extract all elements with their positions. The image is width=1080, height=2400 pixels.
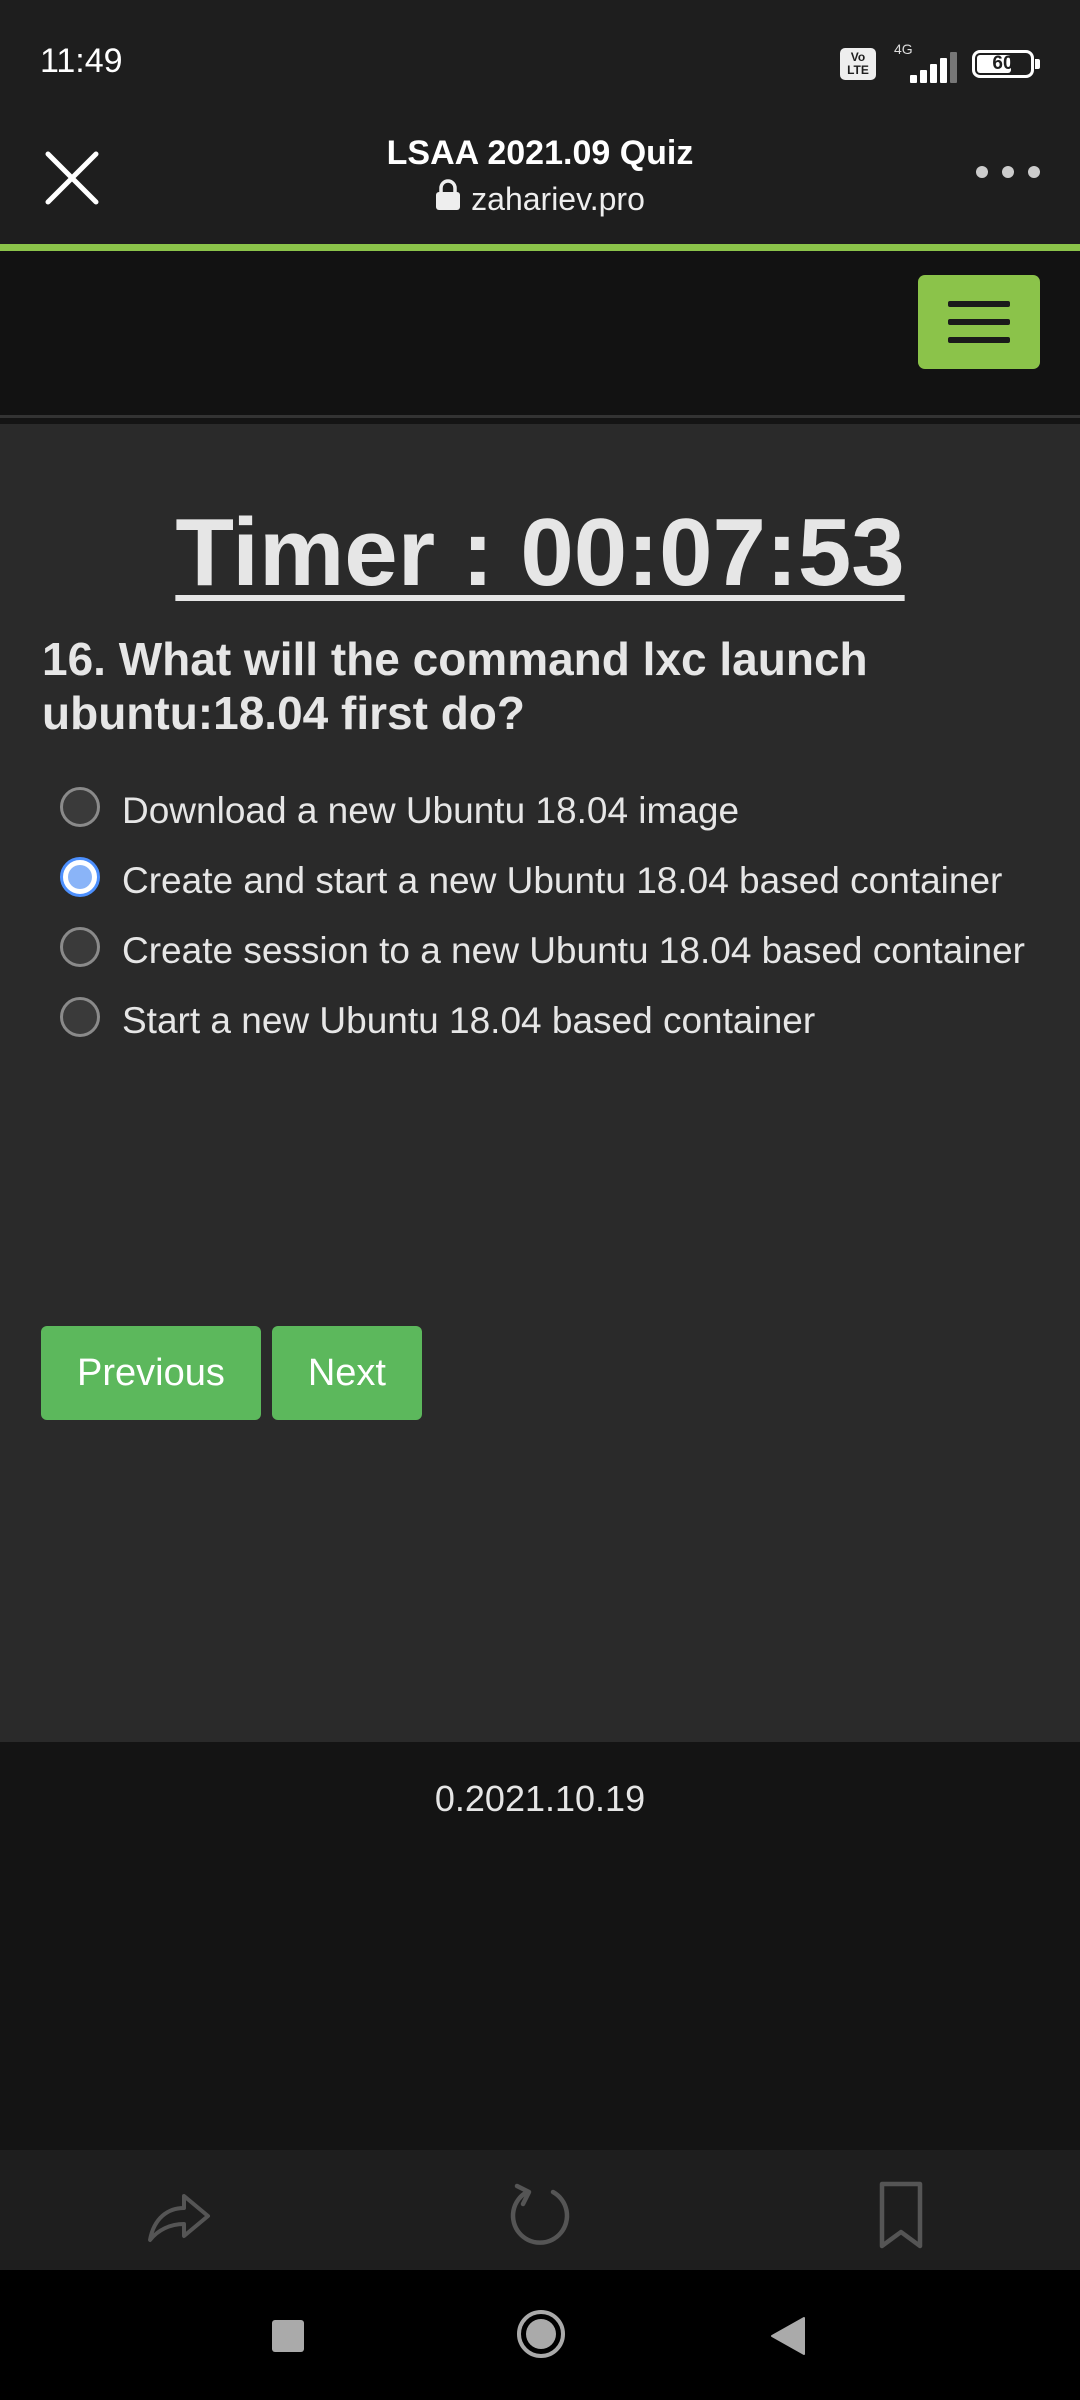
- volte-icon: Vo LTE: [840, 48, 876, 80]
- answer-option-label: Download a new Ubuntu 18.04 image: [122, 790, 740, 831]
- lock-icon: [435, 179, 461, 219]
- battery-icon: 60: [972, 50, 1040, 78]
- answer-option-label: Start a new Ubuntu 18.04 based container: [122, 1000, 816, 1041]
- url-row: zahariev.pro: [0, 179, 1080, 219]
- home-icon[interactable]: [515, 2308, 567, 2365]
- back-icon[interactable]: [766, 2314, 808, 2363]
- signal-icon: 4G: [888, 41, 960, 83]
- radio-button[interactable]: [60, 927, 100, 967]
- next-button[interactable]: Next: [271, 1326, 422, 1420]
- status-time: 11:49: [40, 42, 123, 80]
- network-type-label: 4G: [894, 41, 913, 57]
- quiz-navigation: Previous Next: [41, 1326, 422, 1420]
- question-text: 16. What will the command lxc launch ubu…: [42, 633, 868, 739]
- browser-toolbar: [0, 2150, 1080, 2270]
- more-options-icon[interactable]: [976, 160, 1040, 184]
- status-icons: Vo LTE 4G 60: [840, 41, 1040, 84]
- menu-toggle-button[interactable]: [918, 275, 1040, 369]
- answer-option[interactable]: Start a new Ubuntu 18.04 based container: [42, 994, 1042, 1048]
- radio-button[interactable]: [60, 997, 100, 1037]
- answer-option[interactable]: Create session to a new Ubuntu 18.04 bas…: [42, 924, 1042, 978]
- site-navbar: [0, 251, 1080, 418]
- answer-option-label: Create session to a new Ubuntu 18.04 bas…: [122, 930, 1025, 971]
- hamburger-icon: [948, 301, 1010, 307]
- answer-option-label: Create and start a new Ubuntu 18.04 base…: [122, 860, 1003, 901]
- quiz-timer: Timer : 00:07:53: [175, 499, 905, 606]
- radio-button-selected[interactable]: [60, 857, 100, 897]
- site-footer: 0.2021.10.19: [0, 1742, 1080, 2152]
- recents-icon[interactable]: [268, 2316, 308, 2361]
- system-navigation-bar: [0, 2270, 1080, 2400]
- page-url: zahariev.pro: [471, 180, 645, 217]
- bookmark-icon[interactable]: [866, 2180, 936, 2250]
- page-load-progress: [0, 244, 1080, 251]
- quiz-main: Timer : 00:07:53 16. What will the comma…: [0, 424, 1080, 1742]
- answer-option[interactable]: Create and start a new Ubuntu 18.04 base…: [42, 854, 1042, 908]
- previous-button[interactable]: Previous: [41, 1326, 261, 1420]
- radio-button[interactable]: [60, 787, 100, 827]
- status-bar: 11:49 Vo LTE 4G 60: [0, 0, 1080, 128]
- answer-options: Download a new Ubuntu 18.04 image Create…: [42, 784, 1042, 1064]
- battery-level: 60: [992, 53, 1014, 74]
- share-icon[interactable]: [144, 2180, 214, 2250]
- browser-header: LSAA 2021.09 Quiz zahariev.pro: [0, 128, 1080, 244]
- answer-option[interactable]: Download a new Ubuntu 18.04 image: [42, 784, 1042, 838]
- page-title-area: LSAA 2021.09 Quiz zahariev.pro: [0, 134, 1080, 219]
- page-title: LSAA 2021.09 Quiz: [386, 134, 694, 172]
- version-label: 0.2021.10.19: [434, 1778, 646, 1819]
- reload-icon[interactable]: [505, 2180, 575, 2250]
